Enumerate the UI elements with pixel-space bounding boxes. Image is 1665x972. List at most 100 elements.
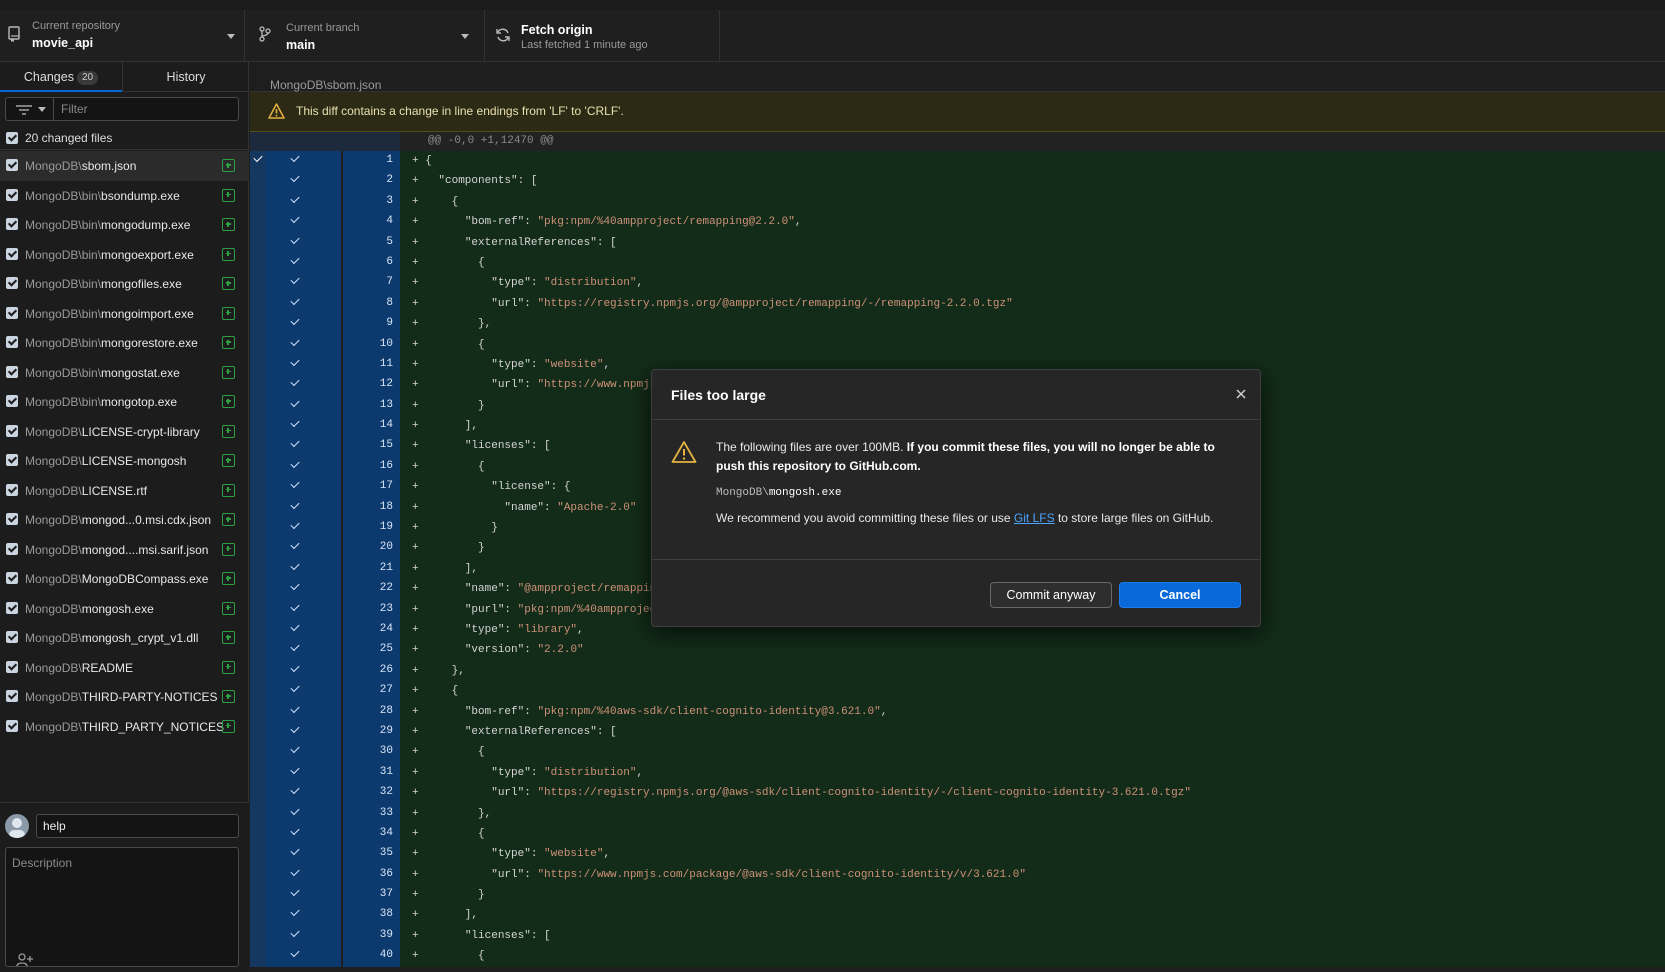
old-line-gutter[interactable]	[266, 538, 342, 559]
diff-line-selection-bar[interactable]	[250, 701, 266, 722]
old-line-gutter[interactable]	[266, 579, 342, 600]
old-line-gutter[interactable]	[266, 823, 342, 845]
old-line-gutter[interactable]	[266, 721, 342, 743]
changed-file-row[interactable]: MongoDB\bin\mongorestore.exe	[0, 328, 249, 358]
diff-line[interactable]: 33 + },	[250, 803, 1665, 824]
diff-line-selection-bar[interactable]	[250, 171, 266, 192]
commit-summary-input[interactable]	[36, 814, 239, 838]
diff-line[interactable]: 34 + {	[250, 823, 1665, 845]
diff-line-selection-bar[interactable]	[250, 354, 266, 376]
diff-line[interactable]: 29 + "externalReferences": [	[250, 721, 1665, 743]
file-include-checkbox[interactable]	[6, 454, 18, 466]
old-line-gutter[interactable]	[266, 314, 342, 335]
file-include-checkbox[interactable]	[6, 247, 18, 260]
diff-line-selection-bar[interactable]	[250, 762, 266, 784]
changed-file-row[interactable]: MongoDB\bin\bsondump.exe	[0, 181, 249, 211]
diff-line[interactable]: 7 + "type": "distribution",	[250, 273, 1665, 294]
diff-line-selection-bar[interactable]	[250, 885, 266, 906]
diff-line[interactable]: 26 + },	[250, 660, 1665, 682]
diff-line-selection-bar[interactable]	[250, 314, 266, 335]
current-branch-button[interactable]: Current branch main	[245, 10, 485, 62]
diff-line-selection-bar[interactable]	[250, 375, 266, 396]
old-line-gutter[interactable]	[266, 518, 342, 539]
old-line-gutter[interactable]	[266, 252, 342, 274]
file-include-checkbox[interactable]	[6, 218, 18, 230]
file-include-checkbox[interactable]	[6, 719, 18, 732]
changed-file-row[interactable]: MongoDB\LICENSE.rtf	[0, 476, 249, 506]
old-line-gutter[interactable]	[266, 946, 342, 967]
diff-line-selection-bar[interactable]	[250, 191, 266, 213]
old-line-gutter[interactable]	[266, 456, 342, 478]
diff-line-selection-bar[interactable]	[250, 599, 266, 620]
diff-line-selection-bar[interactable]	[250, 721, 266, 743]
diff-line-selection-bar[interactable]	[250, 783, 266, 804]
changed-file-row[interactable]: MongoDB\mongosh_crypt_v1.dll	[0, 623, 249, 653]
diff-line[interactable]: 10 + {	[250, 334, 1665, 355]
diff-line[interactable]: 28 + "bom-ref": "pkg:npm/%40aws-sdk/clien…	[250, 701, 1665, 722]
changed-file-row[interactable]: MongoDB\sbom.json	[0, 151, 249, 181]
changed-file-row[interactable]: MongoDB\LICENSE-mongosh	[0, 446, 249, 476]
old-line-gutter[interactable]	[266, 742, 342, 763]
diff-line-selection-bar[interactable]	[250, 681, 266, 702]
old-line-gutter[interactable]	[266, 293, 342, 315]
diff-line-selection-bar[interactable]	[250, 212, 266, 233]
old-line-gutter[interactable]	[266, 151, 342, 172]
file-include-checkbox[interactable]	[6, 188, 18, 201]
changed-file-row[interactable]: MongoDB\bin\mongoimport.exe	[0, 299, 249, 329]
old-line-gutter[interactable]	[266, 701, 342, 722]
old-line-gutter[interactable]	[266, 497, 342, 519]
diff-line[interactable]: 38 + ],	[250, 905, 1665, 926]
diff-line-selection-bar[interactable]	[250, 477, 266, 498]
diff-line-selection-bar[interactable]	[250, 538, 266, 559]
changed-file-row[interactable]: MongoDB\MongoDBCompass.exe	[0, 564, 249, 594]
old-line-gutter[interactable]	[266, 212, 342, 233]
file-include-checkbox[interactable]	[6, 336, 18, 348]
diff-line[interactable]: 30 + {	[250, 742, 1665, 763]
tab-changes[interactable]: Changes 20	[0, 62, 122, 92]
diff-line-selection-bar[interactable]	[250, 334, 266, 355]
diff-line[interactable]: 25 + "version": "2.2.0"	[250, 640, 1665, 661]
diff-line-selection-bar[interactable]	[250, 497, 266, 519]
diff-line[interactable]: 1 + {	[250, 151, 1665, 172]
file-include-checkbox[interactable]	[6, 424, 18, 437]
diff-line[interactable]: 6 + {	[250, 252, 1665, 274]
filter-input[interactable]	[61, 101, 231, 117]
old-line-gutter[interactable]	[266, 885, 342, 906]
diff-line[interactable]: 5 + "externalReferences": [	[250, 232, 1665, 253]
old-line-gutter[interactable]	[266, 803, 342, 824]
diff-line-selection-bar[interactable]	[250, 395, 266, 417]
old-line-gutter[interactable]	[266, 191, 342, 213]
old-line-gutter[interactable]	[266, 660, 342, 682]
old-line-gutter[interactable]	[266, 925, 342, 947]
file-include-checkbox[interactable]	[6, 159, 18, 171]
diff-line[interactable]: 31 + "type": "distribution",	[250, 762, 1665, 784]
diff-line[interactable]: 36 + "url": "https://www.npmjs.com/packag…	[250, 864, 1665, 886]
old-line-gutter[interactable]	[266, 762, 342, 784]
filter-options-button[interactable]	[6, 98, 54, 120]
old-line-gutter[interactable]	[266, 905, 342, 926]
git-lfs-link[interactable]: Git LFS	[1014, 511, 1055, 525]
close-icon[interactable]	[1234, 387, 1248, 401]
diff-line-selection-bar[interactable]	[250, 742, 266, 763]
diff-line-selection-bar[interactable]	[250, 558, 266, 580]
diff-line-selection-bar[interactable]	[250, 823, 266, 845]
old-line-gutter[interactable]	[266, 416, 342, 437]
old-line-gutter[interactable]	[266, 864, 342, 886]
diff-line-selection-bar[interactable]	[250, 925, 266, 947]
old-line-gutter[interactable]	[266, 232, 342, 253]
diff-line-selection-bar[interactable]	[250, 518, 266, 539]
old-line-gutter[interactable]	[266, 171, 342, 192]
file-include-checkbox[interactable]	[6, 601, 18, 614]
diff-line-selection-bar[interactable]	[250, 946, 266, 967]
diff-line-selection-bar[interactable]	[250, 660, 266, 682]
old-line-gutter[interactable]	[266, 681, 342, 702]
diff-line[interactable]: 9 + },	[250, 314, 1665, 335]
diff-line[interactable]: 3 + {	[250, 191, 1665, 213]
file-include-checkbox[interactable]	[6, 365, 18, 378]
diff-line[interactable]: 40 + {	[250, 946, 1665, 967]
cancel-button[interactable]: Cancel	[1119, 582, 1241, 608]
current-repository-button[interactable]: Current repository movie_api	[0, 10, 245, 62]
changed-file-row[interactable]: MongoDB\mongod....msi.sarif.json	[0, 535, 249, 565]
diff-line-selection-bar[interactable]	[250, 803, 266, 824]
diff-line[interactable]: 4 + "bom-ref": "pkg:npm/%40ampproject/rem…	[250, 212, 1665, 233]
